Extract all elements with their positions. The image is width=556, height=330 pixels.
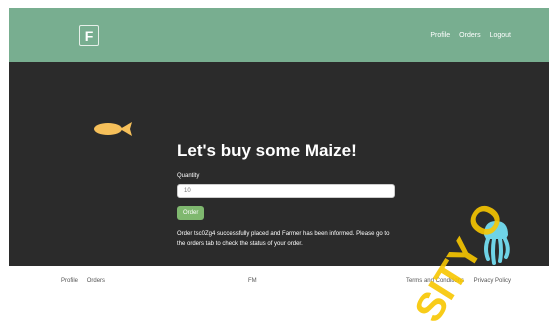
- footer-brand: FM: [248, 278, 257, 284]
- site-logo[interactable]: F: [79, 25, 99, 46]
- order-form: Let's buy some Maize! Quantity 10 Order …: [177, 141, 407, 249]
- nav-orders-link[interactable]: Orders: [459, 32, 480, 39]
- footer-terms-link[interactable]: Terms and Conditions: [406, 278, 464, 284]
- footer-orders-link[interactable]: Orders: [87, 278, 105, 284]
- page-title: Let's buy some Maize!: [177, 141, 357, 160]
- app-frame: F Profile Orders Logout Let's buy some M…: [9, 8, 549, 322]
- footer: Profile Orders FM Terms and Conditions P…: [9, 266, 549, 322]
- jellyfish-icon: [484, 221, 510, 265]
- top-navbar: F Profile Orders Logout: [9, 8, 549, 62]
- nav-profile-link[interactable]: Profile: [430, 32, 450, 39]
- footer-left-links: Profile Orders: [61, 278, 112, 284]
- crop-name: Maize: [304, 141, 352, 160]
- footer-right-links: Terms and Conditions Privacy Policy: [398, 278, 511, 284]
- nav-logout-link[interactable]: Logout: [490, 32, 511, 39]
- fish-icon: [94, 122, 132, 136]
- quantity-label: Quantity: [177, 173, 200, 179]
- footer-privacy-link[interactable]: Privacy Policy: [474, 278, 511, 284]
- quantity-input[interactable]: 10: [177, 184, 395, 198]
- order-success-message: Order tsc0Zg4 successfully placed and Fa…: [177, 231, 390, 247]
- order-hero-section: Let's buy some Maize! Quantity 10 Order …: [9, 62, 549, 266]
- order-button[interactable]: Order: [177, 206, 205, 220]
- footer-profile-link[interactable]: Profile: [61, 278, 78, 284]
- nav-links: Profile Orders Logout: [430, 8, 511, 62]
